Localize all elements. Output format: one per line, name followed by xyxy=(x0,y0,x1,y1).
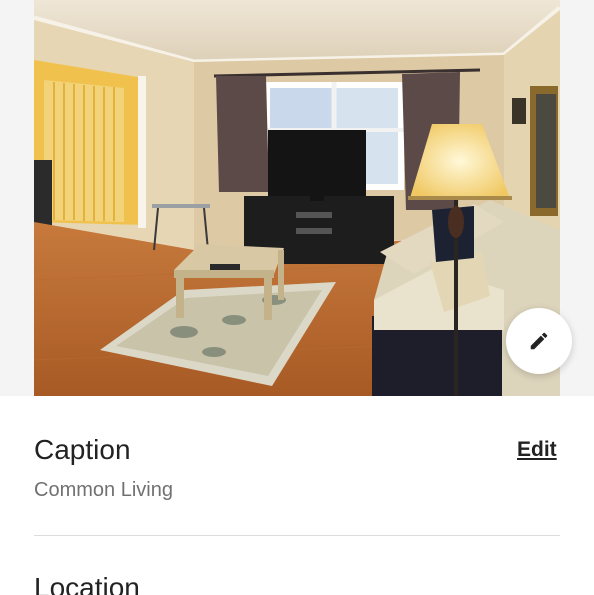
photo-detail-page: Caption Edit Common Living Location xyxy=(0,0,594,595)
caption-value: Common Living xyxy=(34,479,173,501)
room-photo[interactable] xyxy=(34,0,560,396)
pencil-icon xyxy=(530,332,548,350)
caption-heading: Caption xyxy=(34,434,131,465)
edit-caption-link[interactable]: Edit xyxy=(517,436,557,464)
living-room-image xyxy=(34,0,560,396)
edit-photo-button[interactable] xyxy=(506,308,572,374)
location-heading: Location xyxy=(34,572,140,595)
photo-area xyxy=(0,0,594,396)
section-divider xyxy=(34,535,560,536)
